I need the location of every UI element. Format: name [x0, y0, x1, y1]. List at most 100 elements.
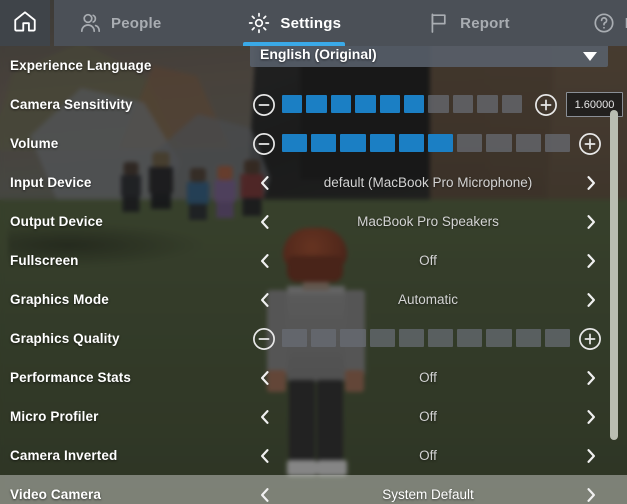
slider-segment[interactable] [515, 329, 541, 347]
settings-row-output-device[interactable]: Output Device MacBook Pro Speakers [0, 202, 627, 241]
settings-row-performance-stats[interactable]: Performance Stats Off [0, 358, 627, 397]
settings-row-experience-language[interactable]: Experience Language English (Original) [0, 40, 627, 85]
next-button-performance-stats[interactable] [578, 363, 604, 393]
slider-segment[interactable] [311, 134, 337, 152]
slider-segment[interactable] [457, 134, 483, 152]
settings-row-volume[interactable]: Volume [0, 124, 627, 163]
row-label-video-camera: Video Camera [10, 487, 101, 502]
row-value-fullscreen: Off [419, 253, 437, 268]
row-label-camera-inverted: Camera Inverted [10, 448, 118, 463]
flag-icon [427, 11, 451, 35]
home-icon [12, 8, 38, 39]
row-value-input-device: default (MacBook Pro Microphone) [323, 175, 533, 190]
row-label-graphics-mode: Graphics Mode [10, 292, 109, 307]
row-label-camera-sensitivity: Camera Sensitivity [10, 97, 133, 112]
slider-segment[interactable] [311, 329, 337, 347]
settings-row-video-camera[interactable]: Video Camera System Default [0, 475, 627, 504]
nav-tab-strip: People Settings Report [54, 0, 627, 46]
slider-segment[interactable] [369, 134, 395, 152]
slider-segment[interactable] [452, 95, 474, 113]
slider-segment[interactable] [330, 95, 352, 113]
previous-button-camera-inverted[interactable] [252, 441, 278, 471]
slider-segment[interactable] [427, 329, 454, 347]
previous-button-input-device[interactable] [252, 168, 278, 198]
settings-row-camera-inverted[interactable]: Camera Inverted Off [0, 436, 627, 475]
slider-segment[interactable] [398, 329, 424, 347]
tab-help[interactable]: Help [582, 0, 627, 46]
slider-camera-sensitivity[interactable] [282, 95, 522, 113]
slider-segment[interactable] [486, 329, 512, 347]
increase-button-volume[interactable] [578, 132, 602, 156]
settings-row-graphics-quality[interactable]: Graphics Quality [0, 319, 627, 358]
chevron-down-icon[interactable] [582, 49, 598, 67]
tab-report-label: Report [460, 14, 510, 32]
slider-segment[interactable] [340, 329, 366, 347]
next-button-micro-profiler[interactable] [578, 402, 604, 432]
slider-segment[interactable] [515, 134, 541, 152]
previous-button-video-camera[interactable] [252, 480, 278, 504]
gear-icon [247, 11, 271, 35]
next-button-fullscreen[interactable] [578, 246, 604, 276]
tab-settings[interactable]: Settings [237, 0, 351, 46]
settings-row-graphics-mode[interactable]: Graphics Mode Automatic [0, 280, 627, 319]
increase-button-camera-sensitivity[interactable] [534, 93, 558, 117]
previous-button-micro-profiler[interactable] [252, 402, 278, 432]
decrease-button-volume[interactable] [252, 132, 276, 156]
row-value-camera-inverted: Off [419, 448, 437, 463]
settings-scrollbar-track[interactable] [608, 46, 620, 504]
slider-segment[interactable] [477, 95, 498, 113]
previous-button-graphics-mode[interactable] [252, 285, 278, 315]
decrease-button-camera-sensitivity[interactable] [252, 93, 276, 117]
settings-row-input-device[interactable]: Input Device default (MacBook Pro Microph… [0, 163, 627, 202]
slider-segment[interactable] [379, 95, 400, 113]
question-icon [592, 11, 616, 35]
slider-segment[interactable] [403, 95, 425, 113]
roblox-settings-screen: People Settings Report Experience Langua… [0, 0, 627, 504]
decrease-button-graphics-quality[interactable] [252, 327, 276, 351]
slider-segment[interactable] [355, 95, 376, 113]
increase-button-graphics-quality[interactable] [578, 327, 602, 351]
home-button[interactable] [0, 0, 50, 46]
settings-scrollbar-thumb[interactable] [610, 110, 618, 440]
settings-row-camera-sensitivity[interactable]: Camera Sensitivity 1.60000 [0, 85, 627, 124]
tab-report[interactable]: Report [417, 0, 520, 46]
settings-row-micro-profiler[interactable]: Micro Profiler Off [0, 397, 627, 436]
next-button-input-device[interactable] [578, 168, 604, 198]
previous-button-fullscreen[interactable] [252, 246, 278, 276]
slider-segment[interactable] [282, 134, 308, 152]
previous-button-output-device[interactable] [252, 207, 278, 237]
slider-segment[interactable] [282, 329, 308, 347]
slider-segment[interactable] [544, 329, 570, 347]
slider-segment[interactable] [544, 134, 570, 152]
slider-segment[interactable] [457, 329, 483, 347]
previous-button-performance-stats[interactable] [252, 363, 278, 393]
row-label-volume: Volume [10, 136, 59, 151]
slider-volume[interactable] [282, 134, 570, 152]
slider-segment[interactable] [398, 134, 424, 152]
settings-row-fullscreen[interactable]: Fullscreen Off [0, 241, 627, 280]
row-label-input-device: Input Device [10, 175, 92, 190]
row-value-graphics-mode: Automatic [397, 292, 459, 307]
slider-segment[interactable] [427, 134, 454, 152]
next-button-video-camera[interactable] [578, 480, 604, 504]
row-label-output-device: Output Device [10, 214, 103, 229]
slider-segment[interactable] [306, 95, 327, 113]
slider-segment[interactable] [486, 134, 512, 152]
tab-settings-label: Settings [280, 14, 342, 32]
settings-rows-list: Experience Language English (Original) Cam… [0, 40, 627, 504]
row-value-performance-stats: Off [419, 370, 437, 385]
dropdown-value-experience-language: English (Original) [260, 45, 377, 62]
slider-segment[interactable] [428, 95, 449, 113]
row-value-micro-profiler: Off [419, 409, 437, 424]
row-value-video-camera: System Default [382, 487, 474, 502]
slider-segment[interactable] [501, 95, 522, 113]
slider-segment[interactable] [340, 134, 366, 152]
next-button-output-device[interactable] [578, 207, 604, 237]
row-label-micro-profiler: Micro Profiler [10, 409, 99, 424]
slider-segment[interactable] [282, 95, 303, 113]
tab-people[interactable]: People [68, 0, 171, 46]
next-button-camera-inverted[interactable] [578, 441, 604, 471]
next-button-graphics-mode[interactable] [578, 285, 604, 315]
slider-segment[interactable] [369, 329, 395, 347]
slider-graphics-quality[interactable] [282, 329, 570, 347]
